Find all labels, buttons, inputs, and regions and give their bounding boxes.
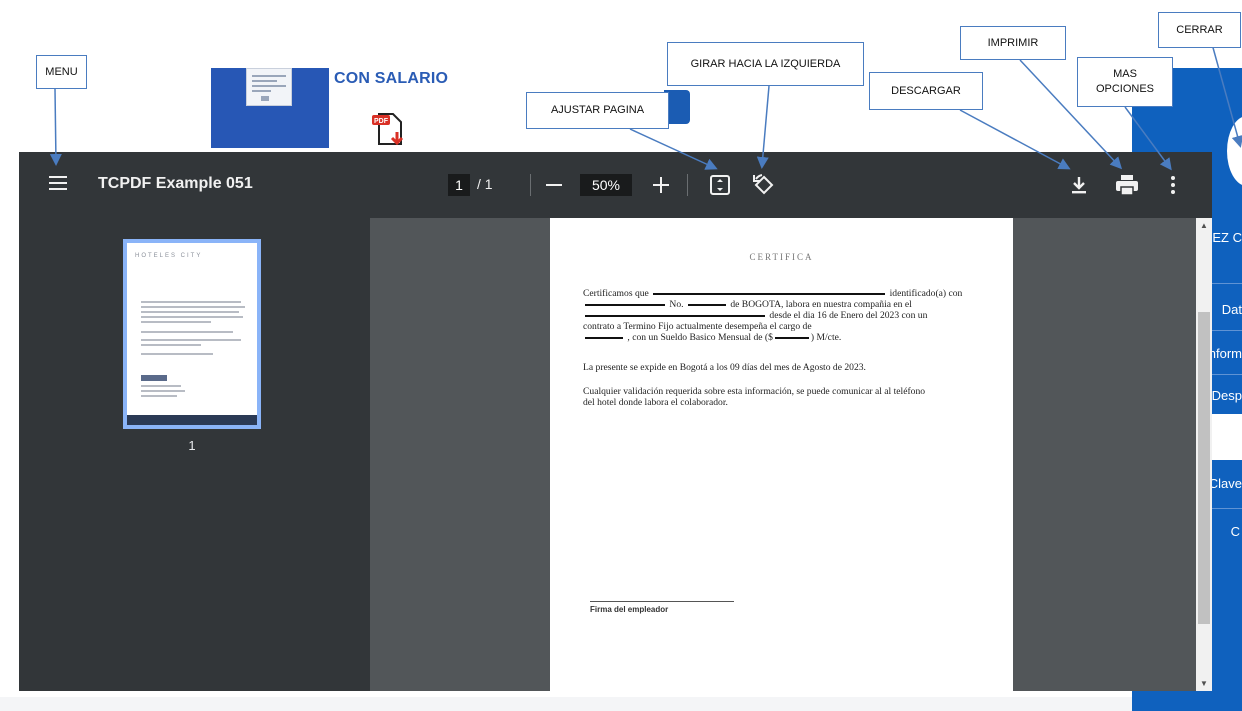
thumbnail-page-number: 1 <box>188 438 196 453</box>
signature-line <box>590 601 734 602</box>
document-heading: CERTIFICA <box>749 252 814 262</box>
rotate-counterclockwise-icon[interactable] <box>752 173 776 197</box>
scroll-down-arrow-icon[interactable]: ▼ <box>1196 679 1212 688</box>
page-thumbnail[interactable]: HOTELES CITY <box>123 239 261 429</box>
callout-mas-line: MAS <box>1113 68 1137 80</box>
scrollbar-thumb[interactable] <box>1198 312 1210 624</box>
paragraph-line: , con un Sueldo Basico Mensual de ($) M/… <box>583 332 993 343</box>
redacted-amount <box>774 336 809 339</box>
paragraph-validation: Cualquier validación requerida sobre est… <box>583 386 926 408</box>
site-logo <box>1227 116 1242 186</box>
callout-mas-opciones: MAS OPCIONES <box>1077 57 1173 107</box>
callout-imprimir: IMPRIMIR <box>960 26 1066 60</box>
callout-ajustar-pagina: AJUSTAR PAGINA <box>526 92 669 129</box>
thumbnail-footer-bar <box>127 415 257 425</box>
redacted-id <box>687 303 726 306</box>
pdf-icon-label: PDF <box>374 118 389 125</box>
zoom-level-input[interactable]: 50% <box>580 174 632 196</box>
scroll-up-arrow-icon[interactable]: ▲ <box>1196 221 1212 230</box>
paragraph-line: No. de BOGOTA, labora en nuestra compañi… <box>583 299 993 310</box>
redacted-field <box>585 314 765 317</box>
callout-descargar: DESCARGAR <box>869 72 983 110</box>
thumbnail-sidebar: HOTELES CITY 1 <box>19 218 370 691</box>
background-card-title: CON SALARIO <box>334 70 449 87</box>
pdf-toolbar: TCPDF Example 051 1 / 1 50% <box>19 152 1212 218</box>
callout-menu: MENU <box>36 55 87 89</box>
document-title: TCPDF Example 051 <box>98 175 253 192</box>
signature-label: Firma del empleador <box>590 605 669 614</box>
toolbar-divider <box>687 174 688 196</box>
page-footer-strip <box>0 697 1132 711</box>
background-document-thumbnail <box>246 68 292 106</box>
page-count: / 1 <box>477 176 493 192</box>
callout-opciones-line: OPCIONES <box>1095 83 1155 95</box>
minus-icon[interactable] <box>546 184 562 186</box>
paragraph-issue-date: La presente se expide en Bogotá a los 09… <box>583 362 866 373</box>
pdf-page: CERTIFICA Certificamos que identificado(… <box>550 218 1013 691</box>
paragraph-certification: Certificamos que identificado(a) con No.… <box>583 288 993 343</box>
fit-to-page-icon[interactable] <box>709 174 731 196</box>
toolbar-divider <box>530 174 531 196</box>
total-pages: 1 <box>484 176 493 192</box>
paragraph-line: Certificamos que identificado(a) con <box>583 288 963 299</box>
printer-icon[interactable] <box>1115 174 1139 196</box>
plus-icon[interactable] <box>652 174 670 196</box>
pdf-download-icon[interactable]: PDF <box>371 108 407 148</box>
paragraph-line: desde el dia 16 de Enero del 2023 con un <box>583 310 993 321</box>
vertical-scrollbar[interactable]: ▲ ▼ <box>1196 218 1212 691</box>
thumbnail-page-preview: HOTELES CITY <box>127 243 257 425</box>
more-vertical-icon[interactable] <box>1169 174 1177 196</box>
current-page-input[interactable]: 1 <box>448 174 470 196</box>
download-icon[interactable] <box>1069 175 1089 195</box>
hamburger-menu-icon[interactable] <box>47 172 69 194</box>
paragraph-line: contrato a Termino Fijo actualmente dese… <box>583 321 812 332</box>
callout-girar-izquierda: GIRAR HACIA LA IZQUIERDA <box>667 42 864 86</box>
page-separator: / <box>477 176 481 192</box>
redacted-name <box>653 292 886 295</box>
pdf-viewer: TCPDF Example 051 1 / 1 50% HOTELES CITY… <box>19 152 1212 691</box>
redacted-field <box>585 336 623 339</box>
redacted-field <box>585 303 665 306</box>
thumbnail-header: HOTELES CITY <box>135 253 203 259</box>
callout-cerrar: CERRAR <box>1158 12 1241 48</box>
